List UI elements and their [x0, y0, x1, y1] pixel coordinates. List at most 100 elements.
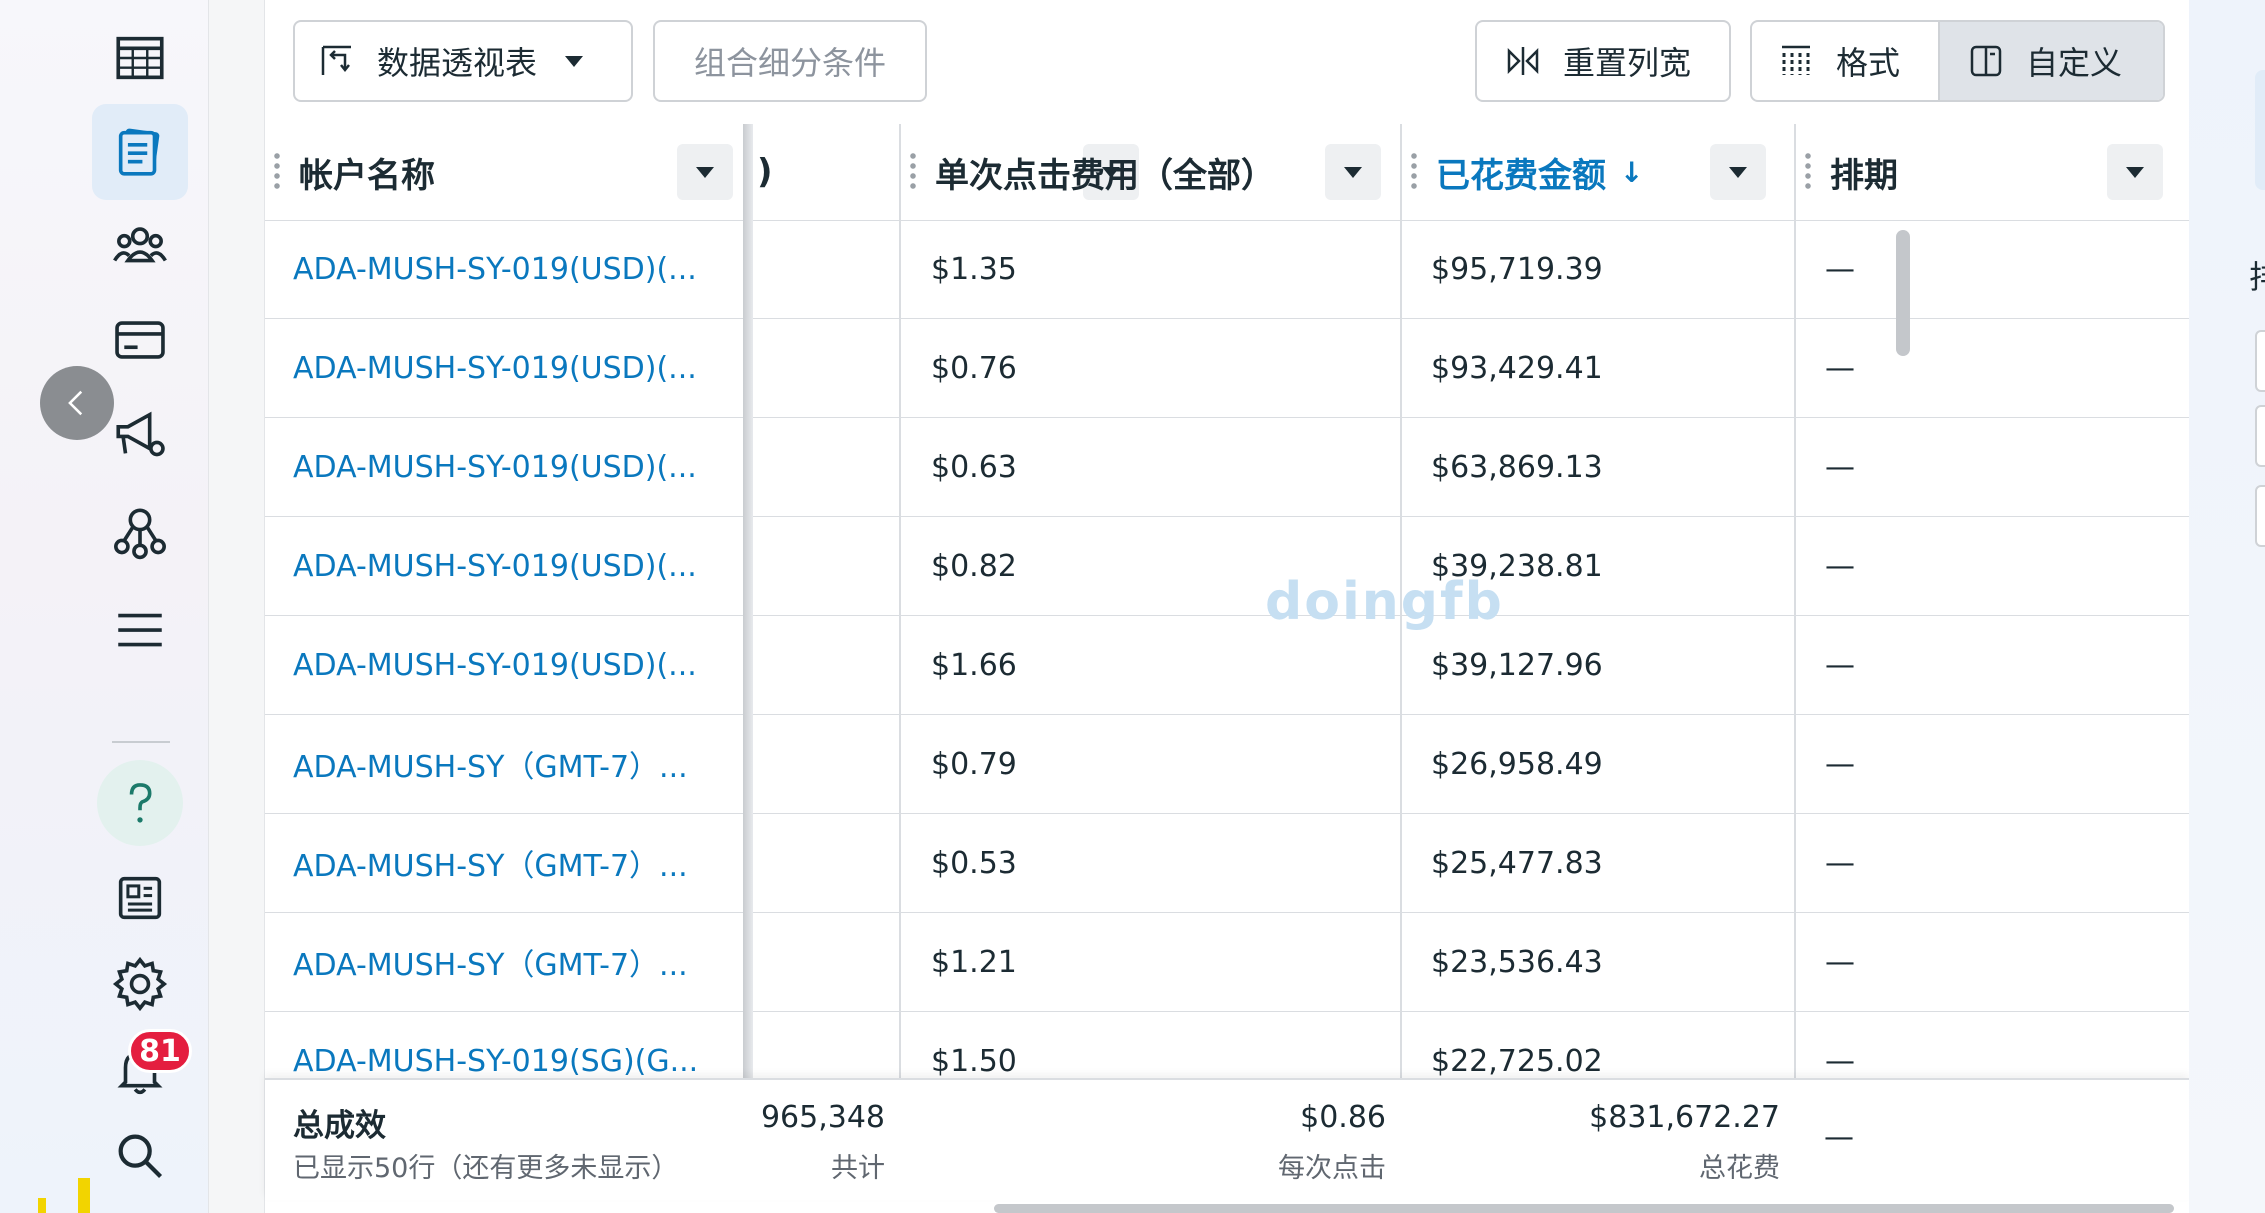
format-columns-icon: [1782, 45, 1810, 75]
drag-handle-icon[interactable]: [1410, 151, 1418, 193]
column-menu-button[interactable]: [2107, 144, 2163, 200]
totals-cpc-cell: $0.86 每次点击: [901, 1080, 1400, 1200]
totals-value: $831,672.27: [1589, 1100, 1780, 1135]
nav-business-icon[interactable]: [92, 484, 188, 580]
drag-handle-icon[interactable]: [909, 151, 917, 193]
nav-settings-icon[interactable]: [92, 936, 188, 1032]
chevron-down-icon: [1729, 166, 1747, 178]
account-name-link[interactable]: ADA-MUSH-SY（GMT-7）...: [293, 814, 733, 912]
account-name-link[interactable]: ADA-MUSH-SY-019(SG)(G...: [293, 1012, 733, 1079]
nav-search-icon[interactable]: [92, 1108, 188, 1204]
totals-partial-cell: 965,348 共计: [753, 1080, 899, 1200]
account-name-link[interactable]: ADA-MUSH-SY-019(USD)(...: [293, 616, 733, 714]
table-toolbar: 数据透视表 组合细分条件 重置列宽 格式 自定义: [265, 0, 2189, 125]
amount-spent-cell: $22,725.02: [1431, 1043, 1603, 1079]
table-row[interactable]: ADA-MUSH-SY（GMT-7）... $0.79 $26,958.49 —: [265, 715, 2189, 814]
notification-badge: 81: [128, 1029, 192, 1073]
account-name-link[interactable]: ADA-MUSH-SY-019(USD)(...: [293, 517, 733, 615]
schedule-cell: —: [1825, 647, 1855, 683]
nav-help-button[interactable]: [97, 760, 183, 846]
nav-billing-icon[interactable]: [92, 292, 188, 388]
side-panel-partial-text: 排: [2249, 252, 2265, 298]
amount-spent-cell: $39,127.96: [1431, 647, 1603, 683]
totals-caption: 总花费: [1699, 1153, 1780, 1184]
pivot-table-label: 数据透视表: [377, 44, 538, 82]
totals-caption: 共计: [831, 1153, 885, 1184]
column-menu-button[interactable]: [1710, 144, 1766, 200]
account-name-link[interactable]: ADA-MUSH-SY（GMT-7）...: [293, 913, 733, 1011]
chevron-down-icon: [2126, 166, 2144, 178]
reporting-panel: 数据透视表 组合细分条件 重置列宽 格式 自定义 帐户名称) 单次点击费用（全…: [264, 0, 2190, 1213]
format-button[interactable]: 格式: [1752, 22, 1940, 100]
column-label: 单次点击费用（全部）: [935, 155, 1275, 196]
left-nav-rail: 81: [0, 0, 209, 1213]
totals-value: —: [1824, 1120, 1854, 1155]
account-name-link[interactable]: ADA-MUSH-SY-019(USD)(...: [293, 418, 733, 516]
cpc-cell: $0.76: [931, 350, 1017, 386]
schedule-cell: —: [1825, 251, 1855, 287]
customize-label: 自定义: [2026, 44, 2123, 82]
breakdown-label: 组合细分条件: [693, 44, 886, 82]
search-icon: [118, 1134, 163, 1179]
nav-table-icon[interactable]: [92, 10, 188, 106]
schedule-cell: —: [1825, 350, 1855, 386]
amount-spent-cell: $39,238.81: [1431, 548, 1603, 584]
amount-spent-cell: $63,869.13: [1431, 449, 1603, 485]
side-panel-field[interactable]: [2255, 405, 2265, 467]
amount-spent-cell: $95,719.39: [1431, 251, 1603, 287]
table-row[interactable]: ADA-MUSH-SY-019(SG)(G... $1.50 $22,725.0…: [265, 1012, 2189, 1079]
vertical-scrollbar[interactable]: [1896, 230, 1910, 356]
cpc-cell: $1.21: [931, 944, 1017, 980]
column-header-account-name[interactable]: 帐户名称: [265, 124, 743, 220]
desktop-artifact: [38, 1198, 46, 1213]
table-row[interactable]: ADA-MUSH-SY-019(USD)(... $0.82 $39,238.8…: [265, 517, 2189, 616]
nav-menu-icon[interactable]: [92, 582, 188, 678]
totals-schedule-cell: —: [1796, 1080, 2189, 1200]
schedule-cell: —: [1825, 944, 1855, 980]
drag-handle-icon[interactable]: [1804, 151, 1812, 193]
column-header-cpc[interactable]: 单次点击费用（全部）: [901, 124, 1401, 220]
table-row[interactable]: ADA-MUSH-SY（GMT-7）... $0.53 $25,477.83 —: [265, 814, 2189, 913]
side-panel-field[interactable]: [2255, 485, 2265, 547]
network-icon: [114, 508, 166, 560]
side-panel-tab[interactable]: [2255, 70, 2265, 190]
nav-news-icon[interactable]: [92, 850, 188, 946]
desktop-artifact: [78, 1178, 90, 1213]
pivot-table-dropdown[interactable]: 数据透视表: [293, 20, 633, 102]
amount-spent-cell: $26,958.49: [1431, 746, 1603, 782]
column-header-schedule[interactable]: 排期: [1796, 124, 2189, 220]
nav-campaigns-icon[interactable]: [92, 104, 188, 200]
totals-caption: 每次点击: [1278, 1153, 1386, 1184]
side-panel-field[interactable]: [2255, 330, 2265, 392]
column-menu-button[interactable]: [1325, 144, 1381, 200]
account-name-link[interactable]: ADA-MUSH-SY-019(USD)(...: [293, 220, 733, 318]
amount-spent-cell: $25,477.83: [1431, 845, 1603, 881]
amount-spent-cell: $23,536.43: [1431, 944, 1603, 980]
reset-columns-label: 重置列宽: [1563, 44, 1692, 82]
table-row[interactable]: ADA-MUSH-SY（GMT-7）... $1.21 $23,536.43 —: [265, 913, 2189, 1012]
table-row[interactable]: ADA-MUSH-SY-019(USD)(... $0.63 $63,869.1…: [265, 418, 2189, 517]
nav-audiences-icon[interactable]: [92, 198, 188, 294]
reset-column-widths-button[interactable]: 重置列宽: [1475, 20, 1731, 102]
account-name-link[interactable]: ADA-MUSH-SY-019(USD)(...: [293, 319, 733, 417]
people-group-icon: [113, 227, 167, 263]
side-panel-icon: [1970, 45, 2002, 77]
totals-subtitle: 已显示50行（还有更多未显示）: [293, 1153, 679, 1184]
rail-divider: [112, 741, 170, 743]
credit-card-icon: [115, 321, 165, 359]
chevron-down-icon: [696, 166, 714, 178]
table-row[interactable]: ADA-MUSH-SY-019(USD)(... $1.66 $39,127.9…: [265, 616, 2189, 715]
column-label: 帐户名称: [299, 155, 435, 196]
breakdown-button[interactable]: 组合细分条件: [653, 20, 927, 102]
column-header-amount-spent[interactable]: 已花费金额 ↓: [1402, 124, 1796, 220]
column-menu-button[interactable]: [677, 144, 733, 200]
drag-handle-icon[interactable]: [273, 151, 281, 193]
customize-button[interactable]: 自定义: [1940, 22, 2163, 100]
table-icon: [116, 36, 164, 80]
account-name-link[interactable]: ADA-MUSH-SY（GMT-7）...: [293, 715, 733, 813]
collapse-nav-button[interactable]: [40, 366, 114, 440]
schedule-cell: —: [1825, 449, 1855, 485]
newspaper-icon: [118, 876, 162, 920]
horizontal-scrollbar[interactable]: [994, 1204, 2174, 1213]
format-label: 格式: [1836, 44, 1901, 82]
